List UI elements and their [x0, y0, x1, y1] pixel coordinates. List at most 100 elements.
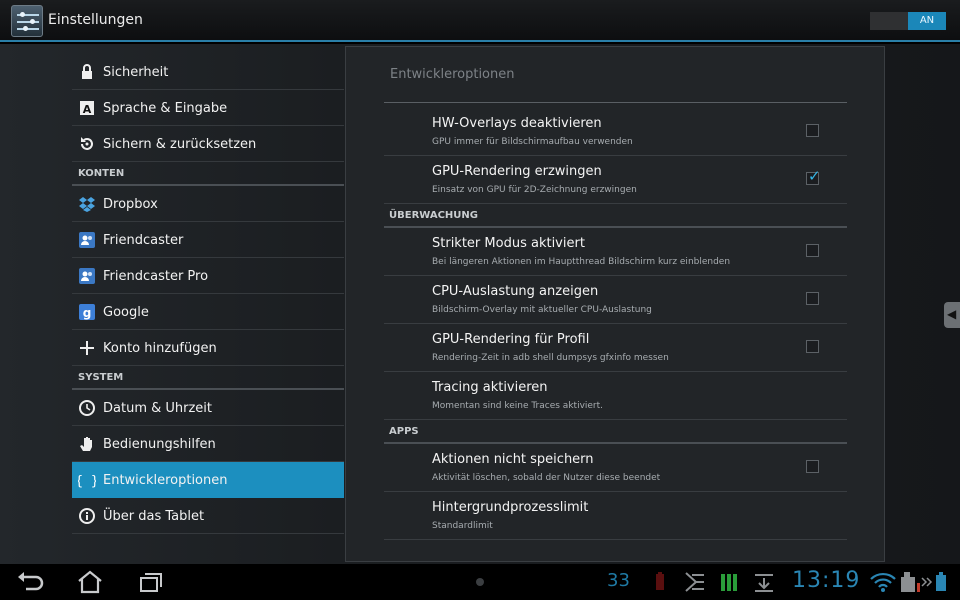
- sidebar-item-language[interactable]: A Sprache & Eingabe: [72, 90, 344, 126]
- sidebar-item-label: Sichern & zurücksetzen: [103, 137, 257, 152]
- section-header-accounts: KONTEN: [72, 162, 344, 186]
- friendcaster-pro-icon: [79, 268, 95, 284]
- battery-red-icon[interactable]: [646, 569, 676, 595]
- signal-bars-icon[interactable]: [714, 569, 744, 595]
- notification-count[interactable]: 33: [607, 570, 630, 591]
- sidebar-item-date-time[interactable]: Datum & Uhrzeit: [72, 390, 344, 426]
- settings-sidebar: Sicherheit A Sprache & Eingabe Sichern &…: [72, 54, 344, 534]
- arrow-left-icon: ◀: [947, 307, 957, 321]
- braces-icon: { }: [78, 474, 96, 489]
- checkbox[interactable]: [806, 244, 819, 257]
- pref-summary: Aktivität löschen, sobald der Nutzer die…: [432, 473, 661, 483]
- checkbox[interactable]: [806, 124, 819, 137]
- plus-icon: [80, 341, 94, 355]
- sidebar-item-label: Dropbox: [103, 197, 158, 212]
- sidebar-item-label: Friendcaster Pro: [103, 269, 209, 284]
- pref-strict-mode[interactable]: Strikter Modus aktiviert Bei längeren Ak…: [384, 228, 847, 276]
- recent-apps-icon[interactable]: [136, 569, 166, 595]
- sidebar-item-about-tablet[interactable]: Über das Tablet: [72, 498, 344, 534]
- section-label: KONTEN: [78, 168, 125, 179]
- section-header-monitoring: ÜBERWACHUNG: [384, 204, 847, 228]
- checkbox[interactable]: [806, 292, 819, 305]
- pref-dont-keep-activities[interactable]: Aktionen nicht speichern Aktivität lösch…: [384, 444, 847, 492]
- sidebar-item-label: Bedienungshilfen: [103, 437, 216, 452]
- pref-summary: Bei längeren Aktionen im Hauptthread Bil…: [432, 257, 731, 267]
- pref-title: Hintergrundprozesslimit: [432, 500, 589, 515]
- pref-summary: GPU immer für Bildschirmaufbau verwenden: [432, 137, 633, 147]
- sidebar-item-label: Sicherheit: [103, 65, 169, 80]
- page-indicator: [476, 578, 484, 586]
- pref-title: Strikter Modus aktiviert: [432, 236, 585, 251]
- sidebar-item-dropbox[interactable]: Dropbox: [72, 186, 344, 222]
- section-header-apps: APPS: [384, 420, 847, 444]
- sidebar-item-friendcaster[interactable]: Friendcaster: [72, 222, 344, 258]
- pref-background-limit[interactable]: Hintergrundprozesslimit Standardlimit: [384, 492, 847, 540]
- pref-summary: Rendering-Zeit in adb shell dumpsys gfxi…: [432, 353, 669, 363]
- pref-tracing[interactable]: Tracing aktivieren Momentan sind keine T…: [384, 372, 847, 420]
- checkbox[interactable]: [806, 460, 819, 473]
- sidebar-item-label: Über das Tablet: [103, 509, 205, 524]
- sidebar-item-label: Google: [103, 305, 149, 320]
- checkmark-icon: ✓: [808, 167, 821, 185]
- back-icon[interactable]: [16, 569, 46, 595]
- settings-sliders-icon[interactable]: [11, 5, 43, 37]
- usb-debug-icon[interactable]: [680, 569, 710, 595]
- developer-options-panel: Entwickleroptionen HW-Overlays deaktivie…: [345, 46, 885, 562]
- section-label: APPS: [389, 426, 419, 437]
- sidebar-item-developer-options[interactable]: { } Entwickleroptionen: [72, 462, 344, 498]
- pref-hw-overlays[interactable]: HW-Overlays deaktivieren GPU immer für B…: [384, 108, 847, 156]
- sidebar-item-google[interactable]: g Google: [72, 294, 344, 330]
- pref-summary: Momentan sind keine Traces aktiviert.: [432, 401, 604, 411]
- sidebar-item-label: Datum & Uhrzeit: [103, 401, 213, 416]
- pref-title: HW-Overlays deaktivieren: [432, 116, 602, 131]
- section-header-system: SYSTEM: [72, 366, 344, 390]
- section-label: SYSTEM: [78, 372, 124, 383]
- lock-icon: [82, 64, 92, 79]
- home-icon[interactable]: [75, 569, 105, 595]
- sidebar-item-label: Entwickleroptionen: [103, 473, 228, 488]
- sidebar-item-backup[interactable]: Sichern & zurücksetzen: [72, 126, 344, 162]
- hand-icon: [80, 437, 92, 451]
- friendcaster-icon: [79, 232, 95, 248]
- pref-summary: Einsatz von GPU für 2D-Zeichnung erzwing…: [432, 185, 637, 195]
- pref-force-gpu[interactable]: GPU-Rendering erzwingen Einsatz von GPU …: [384, 156, 847, 204]
- preferences-list: HW-Overlays deaktivieren GPU immer für B…: [384, 108, 847, 540]
- sidebar-item-label: Sprache & Eingabe: [103, 101, 228, 116]
- wifi-icon[interactable]: [868, 569, 898, 595]
- download-icon[interactable]: [749, 569, 779, 595]
- dropbox-icon: [79, 197, 95, 212]
- pref-title: GPU-Rendering erzwingen: [432, 164, 602, 179]
- developer-options-toggle[interactable]: AN: [870, 12, 946, 30]
- checkbox-checked[interactable]: ✓: [806, 167, 821, 185]
- pref-summary: Bildschirm-Overlay mit aktueller CPU-Aus…: [432, 305, 652, 315]
- section-label: ÜBERWACHUNG: [389, 210, 478, 221]
- sidebar-item-label: Konto hinzufügen: [103, 341, 217, 356]
- toggle-on-label: AN: [908, 12, 946, 30]
- keyboard-a-icon: A: [80, 101, 94, 116]
- svg-text:A: A: [83, 103, 92, 116]
- pref-cpu-usage[interactable]: CPU-Auslastung anzeigen Bildschirm-Overl…: [384, 276, 847, 324]
- pref-gpu-profile[interactable]: GPU-Rendering für Profil Rendering-Zeit …: [384, 324, 847, 372]
- page-title: Einstellungen: [48, 12, 143, 28]
- pref-title: GPU-Rendering für Profil: [432, 332, 590, 347]
- restore-icon: [81, 137, 93, 150]
- divider: [384, 102, 847, 103]
- side-handle[interactable]: ◀: [944, 302, 960, 328]
- info-icon: [79, 508, 95, 524]
- pref-title: Aktionen nicht speichern: [432, 452, 594, 467]
- sidebar-item-friendcaster-pro[interactable]: Friendcaster Pro: [72, 258, 344, 294]
- clock-time[interactable]: 13:19: [792, 568, 860, 593]
- sidebar-item-add-account[interactable]: Konto hinzufügen: [72, 330, 344, 366]
- sidebar-item-accessibility[interactable]: Bedienungshilfen: [72, 426, 344, 462]
- sidebar-item-label: Friendcaster: [103, 233, 184, 248]
- svg-text:g: g: [83, 306, 92, 320]
- battery-icon[interactable]: [931, 569, 960, 595]
- checkbox[interactable]: [806, 340, 819, 353]
- pref-summary: Standardlimit: [432, 521, 493, 531]
- action-bar: Einstellungen AN: [0, 0, 960, 42]
- svg-text:{ }: { }: [78, 474, 96, 489]
- clock-icon: [79, 400, 95, 416]
- pref-title: CPU-Auslastung anzeigen: [432, 284, 599, 299]
- sidebar-item-security[interactable]: Sicherheit: [72, 54, 344, 90]
- system-bar: 33 13:19: [0, 564, 960, 600]
